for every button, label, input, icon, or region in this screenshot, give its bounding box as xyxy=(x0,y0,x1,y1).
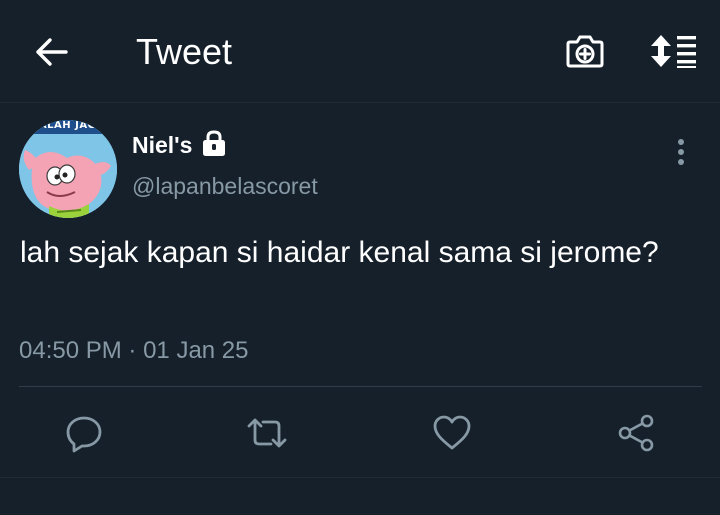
sort-button[interactable] xyxy=(646,28,702,74)
retweet-button[interactable] xyxy=(245,411,289,455)
page-title: Tweet xyxy=(136,31,233,72)
tweet-detail-screen: Tweet KALAH JAGO Niel's @lapanbelascoret… xyxy=(0,0,720,515)
retweet-icon xyxy=(247,418,287,448)
more-vertical-icon xyxy=(678,139,684,165)
author-handle[interactable]: @lapanbelascoret xyxy=(132,172,318,200)
divider xyxy=(0,477,720,478)
meta-separator: · xyxy=(128,337,137,364)
author-name[interactable]: Niel's xyxy=(132,131,192,159)
tweet-text: lah sejak kapan si haidar kenal sama si … xyxy=(20,236,659,269)
tweet-date: 01 Jan 25 xyxy=(143,337,249,364)
share-icon xyxy=(618,414,654,452)
reply-icon xyxy=(66,416,102,453)
lock-icon xyxy=(203,130,225,156)
avatar-image xyxy=(19,120,117,218)
back-button[interactable] xyxy=(30,30,74,74)
avatar[interactable]: KALAH JAGO xyxy=(19,120,117,218)
share-button[interactable] xyxy=(614,411,658,455)
tweet-time: 04:50 PM xyxy=(19,337,122,364)
top-app-bar: Tweet xyxy=(0,0,720,103)
arrow-left-icon xyxy=(36,38,68,66)
tweet-timestamp: 04:50 PM · 01 Jan 25 xyxy=(19,336,249,366)
sort-list-icon xyxy=(651,35,696,68)
like-button[interactable] xyxy=(430,411,474,455)
camera-button[interactable] xyxy=(561,28,609,74)
camera-plus-icon xyxy=(566,35,604,68)
tweet-actions-bar xyxy=(0,387,720,477)
more-options-button[interactable] xyxy=(664,132,698,172)
reply-button[interactable] xyxy=(62,411,106,455)
avatar-caption: KALAH JAGO xyxy=(30,120,106,131)
heart-icon xyxy=(433,415,471,450)
